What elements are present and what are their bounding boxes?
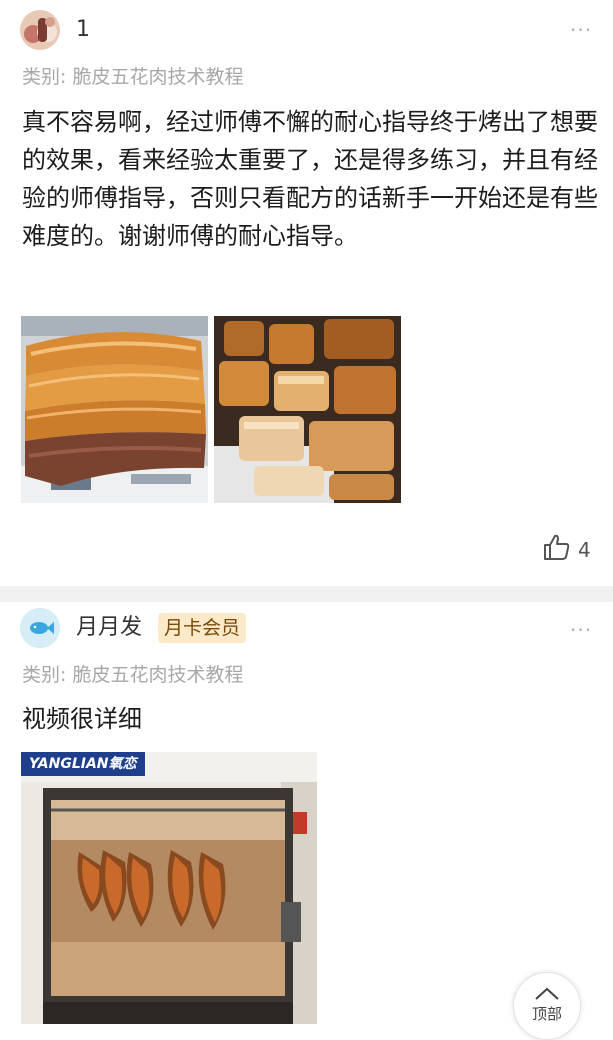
thumbs-up-icon — [542, 533, 572, 566]
more-options-icon[interactable]: ··· — [570, 20, 592, 40]
brand-banner: YANGLIAN氧恋 — [21, 752, 145, 776]
post-card-2: 月月发 月卡会员 ··· 类别: 脆皮五花肉技术教程 视频很详细 YANGLIA… — [0, 602, 613, 1024]
user-avatar[interactable] — [20, 10, 60, 50]
like-count: 4 — [578, 537, 591, 562]
membership-badge: 月卡会员 — [158, 613, 247, 643]
more-options-icon[interactable]: ··· — [570, 620, 592, 640]
post-image-roasting-oven[interactable]: YANGLIAN氧恋 — [21, 752, 317, 1024]
post-card-1: 1 ··· 类别: 脆皮五花肉技术教程 真不容易啊，经过师傅不懈的耐心指导终于烤… — [0, 0, 613, 586]
back-to-top-label: 顶部 — [531, 1005, 562, 1023]
post-content: 视频很详细 — [22, 705, 142, 733]
chevron-up-icon — [535, 987, 559, 1000]
post-content: 真不容易啊，经过师傅不懈的耐心指导终于烤出了想要的效果，看来经验太重要了，还是得… — [22, 108, 598, 250]
back-to-top-button[interactable]: 顶部 — [513, 972, 581, 1040]
username[interactable]: 月月发 — [76, 614, 142, 642]
username[interactable]: 1 — [76, 16, 90, 44]
like-button[interactable]: 4 — [542, 533, 591, 566]
post-separator — [0, 586, 613, 602]
post-category: 类别: 脆皮五花肉技术教程 — [22, 66, 244, 88]
post-image-pork-belly[interactable] — [21, 316, 208, 503]
post-image-chopped-pork[interactable] — [214, 316, 401, 503]
fish-icon — [20, 608, 60, 648]
post-category: 类别: 脆皮五花肉技术教程 — [22, 664, 244, 686]
user-avatar[interactable] — [20, 608, 60, 648]
brand-label: YANGLIAN氧恋 — [29, 756, 137, 772]
